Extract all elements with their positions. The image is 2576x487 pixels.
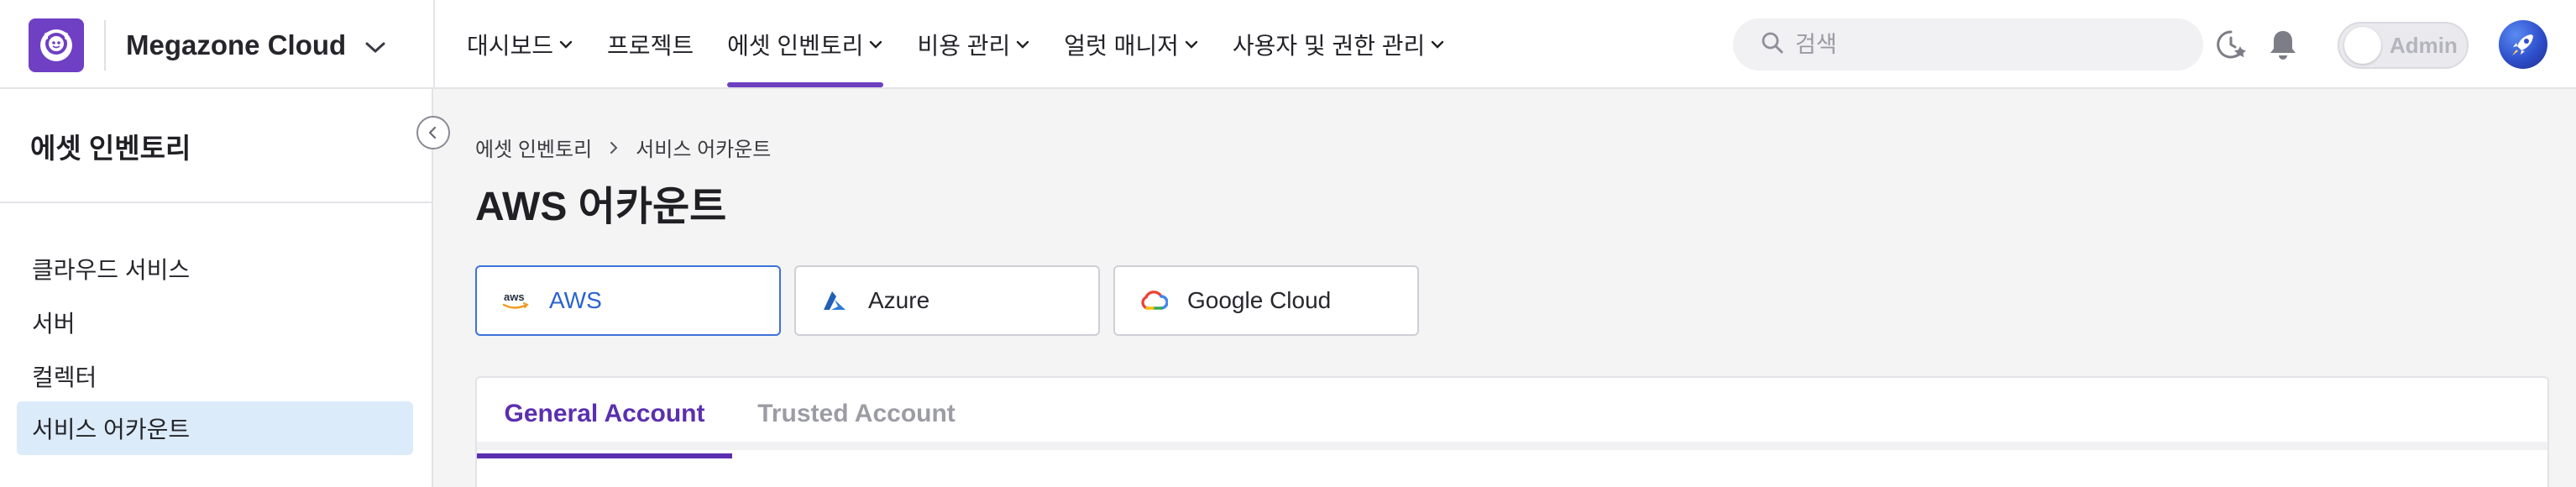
top-navigation-bar: Megazone Cloud 대시보드 프로젝트 에셋 인벤토리 비용 관리 얼… bbox=[0, 0, 2576, 89]
azure-logo-icon bbox=[819, 288, 850, 313]
account-tabs-card: General Account Trusted Account bbox=[475, 376, 2549, 487]
menu-asset-inventory[interactable]: 에셋 인벤토리 bbox=[727, 0, 884, 89]
provider-aws-button[interactable]: aws AWS bbox=[475, 265, 781, 336]
sidebar-item-label: 클라우드 서비스 bbox=[32, 257, 191, 283]
workspace-switcher[interactable]: Megazone Cloud bbox=[126, 25, 386, 65]
menu-user-permission[interactable]: 사용자 및 권한 관리 bbox=[1233, 0, 1445, 89]
recent-favorites-icon[interactable] bbox=[2213, 27, 2249, 62]
avatar[interactable] bbox=[2499, 20, 2547, 69]
chevron-down-icon bbox=[364, 29, 386, 61]
menu-cost-management-label: 비용 관리 bbox=[917, 33, 1011, 59]
breadcrumb-link-asset-inventory[interactable]: 에셋 인벤토리 bbox=[475, 133, 592, 162]
sidebar-item-cloud-service[interactable]: 클라우드 서비스 bbox=[17, 242, 413, 296]
menu-project[interactable]: 프로젝트 bbox=[607, 0, 694, 89]
menu-dashboard[interactable]: 대시보드 bbox=[467, 0, 573, 89]
sidebar-item-label: 서버 bbox=[32, 311, 76, 337]
rocket-icon bbox=[2512, 34, 2533, 55]
tab-trusted-account[interactable]: Trusted Account bbox=[732, 378, 981, 450]
google-cloud-logo-icon bbox=[1139, 288, 1169, 313]
provider-azure-button[interactable]: Azure bbox=[794, 265, 1100, 336]
sidebar-collapse-button[interactable] bbox=[416, 116, 450, 149]
app-logo-icon[interactable] bbox=[29, 18, 84, 72]
admin-toggle-label: Admin bbox=[2390, 32, 2458, 58]
menu-asset-inventory-label: 에셋 인벤토리 bbox=[727, 33, 864, 59]
logo-divider bbox=[104, 20, 106, 71]
sidebar-item-service-account[interactable]: 서비스 어카운트 bbox=[17, 401, 413, 455]
provider-azure-label: Azure bbox=[868, 287, 930, 313]
provider-google-cloud-label: Google Cloud bbox=[1187, 287, 1332, 313]
chevron-down-icon bbox=[1015, 39, 1030, 50]
menu-project-label: 프로젝트 bbox=[607, 33, 694, 59]
sidebar-item-collector[interactable]: 컬렉터 bbox=[17, 349, 413, 403]
tab-trusted-account-label: Trusted Account bbox=[757, 400, 956, 427]
chevron-down-icon bbox=[868, 39, 883, 50]
menu-alert-manager[interactable]: 얼럿 매니저 bbox=[1064, 0, 1199, 89]
chevron-left-icon bbox=[428, 126, 437, 139]
menu-user-permission-label: 사용자 및 권한 관리 bbox=[1232, 33, 1426, 59]
svg-text:aws: aws bbox=[504, 291, 525, 303]
menu-alert-manager-label: 얼럿 매니저 bbox=[1064, 33, 1179, 59]
global-search[interactable] bbox=[1733, 18, 2203, 71]
provider-google-cloud-button[interactable]: Google Cloud bbox=[1113, 265, 1419, 336]
page-title: AWS 어카운트 bbox=[475, 185, 727, 229]
menu-dashboard-label: 대시보드 bbox=[467, 33, 554, 59]
bell-icon[interactable] bbox=[2265, 27, 2301, 62]
sidebar-item-server[interactable]: 서버 bbox=[17, 296, 413, 349]
header-divider bbox=[433, 0, 435, 89]
sidebar-divider bbox=[0, 202, 432, 203]
chevron-right-icon bbox=[609, 140, 619, 155]
sidebar: 에셋 인벤토리 클라우드 서비스 서버 컬렉터 서비스 어카운트 bbox=[0, 89, 433, 487]
breadcrumb: 에셋 인벤토리 서비스 어카운트 bbox=[475, 133, 771, 162]
workspace-name: Megazone Cloud bbox=[126, 29, 347, 60]
aws-logo-icon: aws bbox=[500, 288, 531, 313]
search-input[interactable] bbox=[1795, 31, 2181, 58]
tab-general-account-label: General Account bbox=[504, 400, 705, 427]
main-menu: 대시보드 프로젝트 에셋 인벤토리 비용 관리 얼럿 매니저 사용자 및 권한 … bbox=[467, 0, 1445, 89]
provider-aws-label: AWS bbox=[549, 287, 602, 313]
sidebar-title: 에셋 인벤토리 bbox=[30, 133, 191, 164]
breadcrumb-current: 서비스 어카운트 bbox=[636, 139, 772, 161]
tab-general-account[interactable]: General Account bbox=[477, 378, 732, 458]
chevron-down-icon bbox=[1430, 39, 1445, 50]
sidebar-item-label: 서비스 어카운트 bbox=[32, 416, 191, 442]
chevron-down-icon bbox=[558, 39, 573, 50]
account-tabs: General Account Trusted Account bbox=[477, 378, 2547, 458]
search-icon bbox=[1760, 30, 1785, 60]
admin-mode-toggle[interactable]: Admin bbox=[2338, 22, 2469, 69]
chevron-down-icon bbox=[1184, 39, 1199, 50]
menu-cost-management[interactable]: 비용 관리 bbox=[917, 0, 1030, 89]
toggle-knob bbox=[2344, 27, 2381, 64]
sidebar-item-label: 컬렉터 bbox=[32, 364, 97, 390]
